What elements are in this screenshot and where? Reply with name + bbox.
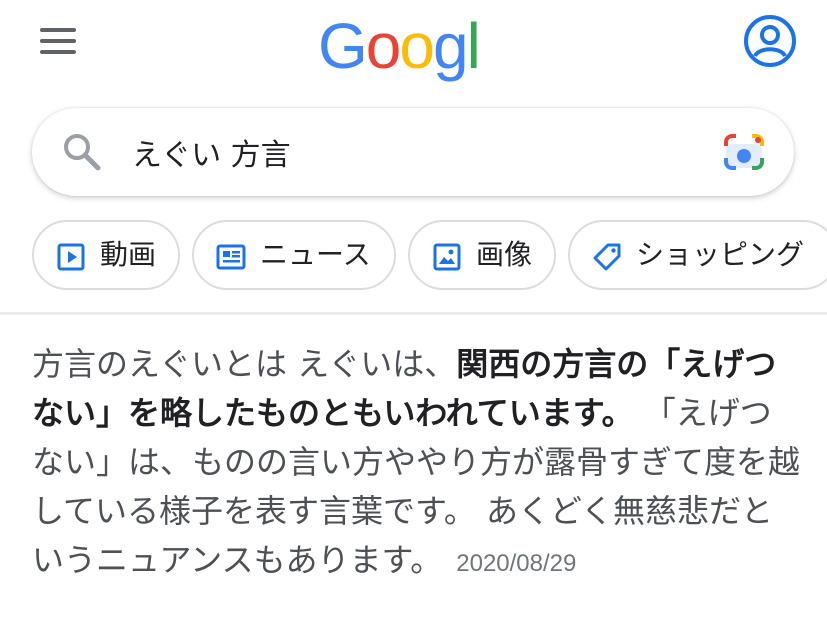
chip-shopping[interactable]: ショッピング xyxy=(568,220,827,290)
logo-letter: G xyxy=(318,10,368,82)
image-icon xyxy=(432,242,462,272)
divider xyxy=(0,312,827,315)
search-filter-chips: 動画 ニュース 画像 ショッピング xyxy=(0,220,827,292)
google-logo[interactable]: Google xyxy=(318,6,510,162)
account-circle-icon[interactable] xyxy=(742,13,798,69)
logo-letter: o xyxy=(399,10,435,82)
chip-videos[interactable]: 動画 xyxy=(32,220,180,290)
search-icon[interactable] xyxy=(60,130,104,174)
logo-letter: g xyxy=(432,10,469,82)
chip-label: ショッピング xyxy=(636,238,805,271)
snippet-intro: 方言のえぐいとは えぐいは、 xyxy=(32,345,457,383)
chip-label: ニュース xyxy=(260,238,371,271)
search-input[interactable] xyxy=(132,124,692,180)
tag-icon xyxy=(592,242,622,272)
featured-snippet: 方言のえぐいとは えぐいは、関西の方言の「えげつない」を略したものともいわれてい… xyxy=(32,340,802,636)
snippet-date: 2020/08/29 xyxy=(456,550,577,577)
chip-news[interactable]: ニュース xyxy=(192,220,396,290)
chip-label: 動画 xyxy=(100,238,157,271)
logo-letter: l xyxy=(466,10,481,82)
hamburger-menu-icon[interactable] xyxy=(38,24,80,58)
news-icon xyxy=(216,242,246,272)
header: Google xyxy=(0,0,827,162)
logo-letter: o xyxy=(365,10,402,82)
search-bar[interactable] xyxy=(32,108,794,196)
chip-label: 画像 xyxy=(476,238,533,271)
camera-lens-icon[interactable] xyxy=(722,130,766,174)
video-play-icon xyxy=(56,242,86,272)
chip-images[interactable]: 画像 xyxy=(408,220,556,290)
